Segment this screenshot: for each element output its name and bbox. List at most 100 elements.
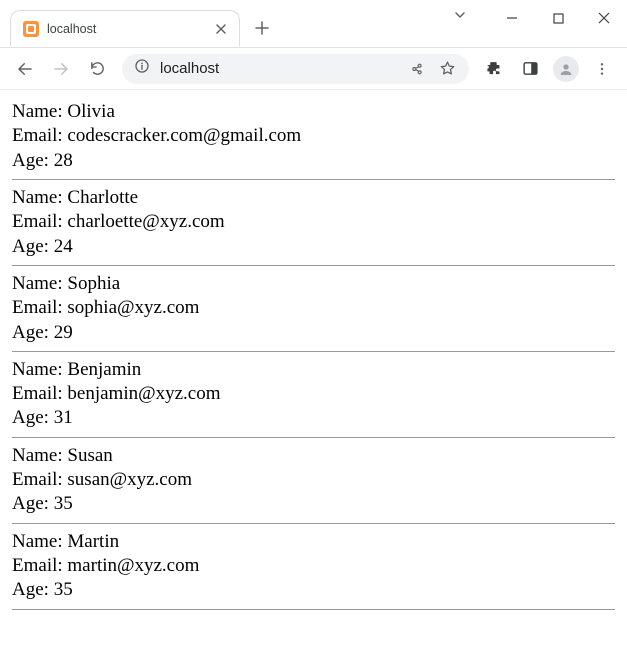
record-separator bbox=[12, 523, 615, 524]
tab-search-button[interactable] bbox=[453, 8, 467, 27]
record-name-line: Name: Martin bbox=[12, 530, 615, 554]
record-separator bbox=[12, 351, 615, 352]
name-value: Susan bbox=[67, 445, 112, 466]
age-value: 35 bbox=[54, 579, 73, 600]
age-label: Age: bbox=[12, 236, 54, 257]
age-value: 35 bbox=[54, 493, 73, 514]
tab-strip: localhost bbox=[0, 9, 276, 47]
name-value: Sophia bbox=[67, 273, 120, 294]
puzzle-icon bbox=[486, 60, 503, 77]
age-label: Age: bbox=[12, 579, 54, 600]
record-email-line: Email: sophia@xyz.com bbox=[12, 296, 615, 320]
arrow-right-icon bbox=[52, 60, 70, 78]
age-value: 28 bbox=[54, 150, 73, 171]
email-value: codescracker.com@gmail.com bbox=[67, 125, 301, 146]
reload-button[interactable] bbox=[80, 52, 114, 86]
info-icon bbox=[134, 58, 150, 74]
name-label: Name: bbox=[12, 187, 67, 208]
record-email-line: Email: martin@xyz.com bbox=[12, 554, 615, 578]
record: Name: OliviaEmail: codescracker.com@gmai… bbox=[12, 100, 615, 173]
email-value: benjamin@xyz.com bbox=[67, 383, 220, 404]
record-age-line: Age: 35 bbox=[12, 492, 615, 516]
age-value: 31 bbox=[54, 407, 73, 428]
age-label: Age: bbox=[12, 407, 54, 428]
record-age-line: Age: 29 bbox=[12, 321, 615, 345]
browser-titlebar: localhost bbox=[0, 0, 627, 48]
name-label: Name: bbox=[12, 445, 67, 466]
sidepanel-button[interactable] bbox=[513, 52, 547, 86]
record: Name: MartinEmail: martin@xyz.comAge: 35 bbox=[12, 530, 615, 603]
record-name-line: Name: Charlotte bbox=[12, 186, 615, 210]
maximize-button[interactable] bbox=[535, 0, 581, 36]
avatar-icon bbox=[553, 56, 579, 82]
close-window-button[interactable] bbox=[581, 0, 627, 36]
xampp-favicon-icon bbox=[23, 21, 39, 37]
url-text: localhost bbox=[160, 60, 397, 77]
record: Name: SusanEmail: susan@xyz.comAge: 35 bbox=[12, 444, 615, 517]
menu-button[interactable] bbox=[585, 52, 619, 86]
minimize-button[interactable] bbox=[489, 0, 535, 36]
forward-button[interactable] bbox=[44, 52, 78, 86]
record-name-line: Name: Susan bbox=[12, 444, 615, 468]
age-label: Age: bbox=[12, 322, 54, 343]
name-value: Charlotte bbox=[67, 187, 138, 208]
email-label: Email: bbox=[12, 211, 67, 232]
browser-toolbar: localhost bbox=[0, 48, 627, 90]
maximize-icon bbox=[553, 13, 564, 24]
profile-button[interactable] bbox=[549, 52, 583, 86]
browser-tab[interactable]: localhost bbox=[10, 10, 240, 46]
name-value: Benjamin bbox=[67, 359, 141, 380]
window-controls bbox=[489, 0, 627, 36]
name-label: Name: bbox=[12, 531, 67, 552]
age-label: Age: bbox=[12, 150, 54, 171]
email-label: Email: bbox=[12, 297, 67, 318]
bookmark-button[interactable] bbox=[437, 60, 457, 77]
email-label: Email: bbox=[12, 125, 67, 146]
record: Name: CharlotteEmail: charloette@xyz.com… bbox=[12, 186, 615, 259]
tab-title: localhost bbox=[47, 22, 207, 36]
site-info-button[interactable] bbox=[134, 58, 150, 79]
email-value: sophia@xyz.com bbox=[67, 297, 199, 318]
plus-icon bbox=[255, 21, 269, 35]
record-separator bbox=[12, 437, 615, 438]
name-label: Name: bbox=[12, 273, 67, 294]
email-value: martin@xyz.com bbox=[67, 555, 199, 576]
close-tab-button[interactable] bbox=[213, 21, 229, 37]
dots-vertical-icon bbox=[594, 61, 610, 77]
email-label: Email: bbox=[12, 555, 67, 576]
record-email-line: Email: susan@xyz.com bbox=[12, 468, 615, 492]
record-age-line: Age: 35 bbox=[12, 578, 615, 602]
chevron-down-icon bbox=[453, 8, 467, 22]
record-age-line: Age: 28 bbox=[12, 149, 615, 173]
record-age-line: Age: 24 bbox=[12, 235, 615, 259]
email-label: Email: bbox=[12, 383, 67, 404]
email-value: charloette@xyz.com bbox=[67, 211, 224, 232]
arrow-left-icon bbox=[16, 60, 34, 78]
record-age-line: Age: 31 bbox=[12, 406, 615, 430]
star-icon bbox=[439, 60, 456, 77]
address-bar[interactable]: localhost bbox=[122, 54, 469, 84]
record: Name: BenjaminEmail: benjamin@xyz.comAge… bbox=[12, 358, 615, 431]
email-label: Email: bbox=[12, 469, 67, 490]
record-separator bbox=[12, 265, 615, 266]
reload-icon bbox=[89, 60, 106, 77]
record-name-line: Name: Olivia bbox=[12, 100, 615, 124]
name-value: Olivia bbox=[67, 101, 115, 122]
close-icon bbox=[216, 24, 226, 34]
name-label: Name: bbox=[12, 359, 67, 380]
page-content: Name: OliviaEmail: codescracker.com@gmai… bbox=[0, 90, 627, 628]
back-button[interactable] bbox=[8, 52, 42, 86]
age-value: 29 bbox=[54, 322, 73, 343]
new-tab-button[interactable] bbox=[248, 14, 276, 42]
record-email-line: Email: codescracker.com@gmail.com bbox=[12, 124, 615, 148]
minimize-icon bbox=[506, 12, 518, 24]
age-value: 24 bbox=[54, 236, 73, 257]
record: Name: SophiaEmail: sophia@xyz.comAge: 29 bbox=[12, 272, 615, 345]
record-name-line: Name: Sophia bbox=[12, 272, 615, 296]
email-value: susan@xyz.com bbox=[67, 469, 192, 490]
record-separator bbox=[12, 609, 615, 610]
close-icon bbox=[598, 12, 610, 24]
share-button[interactable] bbox=[407, 61, 427, 77]
sidepanel-icon bbox=[522, 60, 539, 77]
extensions-button[interactable] bbox=[477, 52, 511, 86]
